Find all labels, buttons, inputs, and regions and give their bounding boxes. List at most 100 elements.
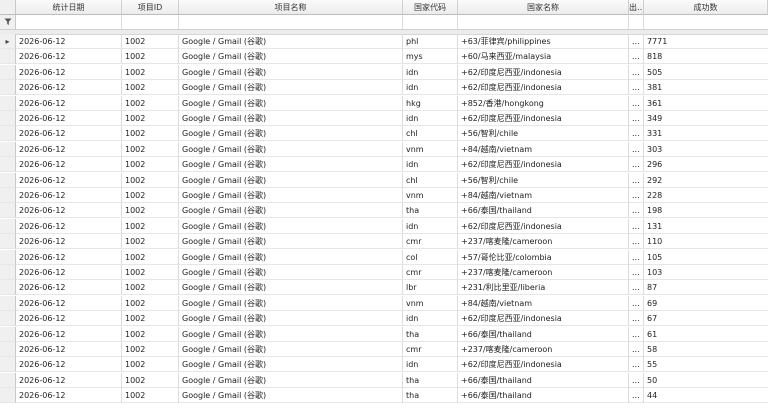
cell-stat-date[interactable]: 2026-06-12 bbox=[16, 157, 122, 173]
cell-country-name[interactable]: +84/越南/vietnam bbox=[458, 295, 629, 311]
table-row[interactable]: 2026-06-12 1002 Google / Gmail (谷歌) tha +66/… bbox=[0, 203, 768, 219]
table-row[interactable]: 2026-06-12 1002 Google / Gmail (谷歌) cmr +237… bbox=[0, 342, 768, 357]
cell-project-name[interactable]: Google / Gmail (谷歌) bbox=[179, 126, 403, 142]
column-header-country-code[interactable]: 国家代码 bbox=[403, 0, 458, 15]
cell-success-count[interactable]: 69 bbox=[644, 296, 768, 311]
cell-stat-date[interactable]: 2026-06-12 bbox=[16, 218, 122, 234]
cell-success-count[interactable]: 58 bbox=[644, 342, 768, 357]
cell-project-id[interactable]: 1002 bbox=[122, 311, 179, 327]
cell-stat-date[interactable]: 2026-06-12 bbox=[16, 357, 122, 373]
row-indicator[interactable] bbox=[0, 64, 16, 80]
table-row[interactable]: 2026-06-12 1002 Google / Gmail (谷歌) col +57/… bbox=[0, 249, 768, 265]
cell-project-id[interactable]: 1002 bbox=[122, 126, 179, 142]
row-indicator[interactable] bbox=[0, 265, 16, 280]
table-row[interactable]: 2026-06-12 1002 Google / Gmail (谷歌) chl +56/… bbox=[0, 126, 768, 142]
cell-truncated[interactable]: ... bbox=[629, 34, 644, 49]
cell-stat-date[interactable]: 2026-06-12 bbox=[16, 295, 122, 311]
cell-truncated[interactable]: ... bbox=[629, 388, 644, 404]
table-row[interactable]: 2026-06-12 1002 Google / Gmail (谷歌) chl +56/… bbox=[0, 172, 768, 188]
cell-country-name[interactable]: +56/智利/chile bbox=[458, 172, 629, 188]
cell-country-name[interactable]: +62/印度尼西亚/indonesia bbox=[458, 311, 629, 327]
cell-truncated[interactable]: ... bbox=[629, 372, 644, 388]
cell-country-name[interactable]: +84/越南/vietnam bbox=[458, 188, 629, 203]
cell-country-code[interactable]: idn bbox=[403, 111, 458, 126]
cell-stat-date[interactable]: 2026-06-12 bbox=[16, 188, 122, 203]
cell-country-code[interactable]: tha bbox=[403, 372, 458, 388]
cell-country-code[interactable]: tha bbox=[403, 388, 458, 404]
cell-truncated[interactable]: ... bbox=[629, 265, 644, 280]
cell-country-name[interactable]: +56/智利/chile bbox=[458, 126, 629, 142]
cell-country-name[interactable]: +62/印度尼西亚/indonesia bbox=[458, 80, 629, 96]
cell-project-id[interactable]: 1002 bbox=[122, 326, 179, 342]
cell-project-name[interactable]: Google / Gmail (谷歌) bbox=[179, 372, 403, 388]
cell-project-id[interactable]: 1002 bbox=[122, 357, 179, 373]
cell-project-name[interactable]: Google / Gmail (谷歌) bbox=[179, 265, 403, 280]
cell-project-id[interactable]: 1002 bbox=[122, 188, 179, 203]
row-indicator[interactable] bbox=[0, 172, 16, 188]
cell-project-id[interactable]: 1002 bbox=[122, 295, 179, 311]
cell-country-name[interactable]: +237/喀麦隆/cameroon bbox=[458, 342, 629, 357]
cell-stat-date[interactable]: 2026-06-12 bbox=[16, 388, 122, 404]
cell-project-name[interactable]: Google / Gmail (谷歌) bbox=[179, 311, 403, 327]
cell-success-count[interactable]: 198 bbox=[644, 203, 768, 219]
row-indicator[interactable] bbox=[0, 218, 16, 234]
column-header-country-name[interactable]: 国家名称 bbox=[458, 0, 629, 15]
row-indicator[interactable]: ▸ bbox=[0, 34, 16, 49]
cell-success-count[interactable]: 292 bbox=[644, 173, 768, 188]
table-row[interactable]: 2026-06-12 1002 Google / Gmail (谷歌) vnm +84/… bbox=[0, 295, 768, 311]
cell-country-code[interactable]: idn bbox=[403, 311, 458, 327]
cell-truncated[interactable]: ... bbox=[629, 203, 644, 219]
row-indicator[interactable] bbox=[0, 388, 16, 404]
cell-project-id[interactable]: 1002 bbox=[122, 172, 179, 188]
cell-truncated[interactable]: ... bbox=[629, 49, 644, 65]
table-row[interactable]: 2026-06-12 1002 Google / Gmail (谷歌) vnm +84/… bbox=[0, 188, 768, 203]
cell-truncated[interactable]: ... bbox=[629, 342, 644, 357]
cell-country-name[interactable]: +66/泰国/thailand bbox=[458, 326, 629, 342]
cell-project-id[interactable]: 1002 bbox=[122, 203, 179, 219]
cell-stat-date[interactable]: 2026-06-12 bbox=[16, 172, 122, 188]
filter-cell-success-count[interactable] bbox=[644, 15, 768, 30]
cell-project-id[interactable]: 1002 bbox=[122, 218, 179, 234]
cell-truncated[interactable]: ... bbox=[629, 141, 644, 157]
cell-project-name[interactable]: Google / Gmail (谷歌) bbox=[179, 172, 403, 188]
cell-stat-date[interactable]: 2026-06-12 bbox=[16, 326, 122, 342]
table-row[interactable]: 2026-06-12 1002 Google / Gmail (谷歌) tha +66/… bbox=[0, 372, 768, 388]
cell-project-id[interactable]: 1002 bbox=[122, 80, 179, 96]
cell-project-name[interactable]: Google / Gmail (谷歌) bbox=[179, 157, 403, 173]
cell-stat-date[interactable]: 2026-06-12 bbox=[16, 64, 122, 80]
row-indicator[interactable] bbox=[0, 141, 16, 157]
cell-success-count[interactable]: 818 bbox=[644, 49, 768, 65]
cell-truncated[interactable]: ... bbox=[629, 80, 644, 96]
cell-country-name[interactable]: +66/泰国/thailand bbox=[458, 372, 629, 388]
cell-success-count[interactable]: 361 bbox=[644, 96, 768, 111]
row-indicator[interactable] bbox=[0, 111, 16, 126]
cell-country-code[interactable]: col bbox=[403, 249, 458, 265]
cell-project-name[interactable]: Google / Gmail (谷歌) bbox=[179, 34, 403, 49]
cell-country-code[interactable]: hkg bbox=[403, 95, 458, 111]
cell-project-name[interactable]: Google / Gmail (谷歌) bbox=[179, 342, 403, 357]
table-row[interactable]: 2026-06-12 1002 Google / Gmail (谷歌) lbr +231… bbox=[0, 280, 768, 296]
cell-truncated[interactable]: ... bbox=[629, 234, 644, 250]
row-indicator[interactable] bbox=[0, 126, 16, 142]
cell-truncated[interactable]: ... bbox=[629, 188, 644, 203]
cell-stat-date[interactable]: 2026-06-12 bbox=[16, 49, 122, 65]
row-indicator[interactable] bbox=[0, 311, 16, 327]
cell-country-name[interactable]: +66/泰国/thailand bbox=[458, 203, 629, 219]
cell-success-count[interactable]: 87 bbox=[644, 280, 768, 296]
row-indicator[interactable] bbox=[0, 326, 16, 342]
row-indicator[interactable] bbox=[0, 342, 16, 357]
cell-stat-date[interactable]: 2026-06-12 bbox=[16, 126, 122, 142]
cell-project-id[interactable]: 1002 bbox=[122, 265, 179, 280]
table-row[interactable]: 2026-06-12 1002 Google / Gmail (谷歌) tha +66/… bbox=[0, 326, 768, 342]
cell-project-name[interactable]: Google / Gmail (谷歌) bbox=[179, 80, 403, 96]
cell-truncated[interactable]: ... bbox=[629, 249, 644, 265]
cell-success-count[interactable]: 110 bbox=[644, 234, 768, 250]
cell-project-id[interactable]: 1002 bbox=[122, 234, 179, 250]
cell-country-code[interactable]: idn bbox=[403, 218, 458, 234]
cell-truncated[interactable]: ... bbox=[629, 218, 644, 234]
cell-truncated[interactable]: ... bbox=[629, 64, 644, 80]
cell-success-count[interactable]: 228 bbox=[644, 188, 768, 203]
cell-country-code[interactable]: lbr bbox=[403, 280, 458, 296]
cell-project-id[interactable]: 1002 bbox=[122, 249, 179, 265]
cell-stat-date[interactable]: 2026-06-12 bbox=[16, 249, 122, 265]
